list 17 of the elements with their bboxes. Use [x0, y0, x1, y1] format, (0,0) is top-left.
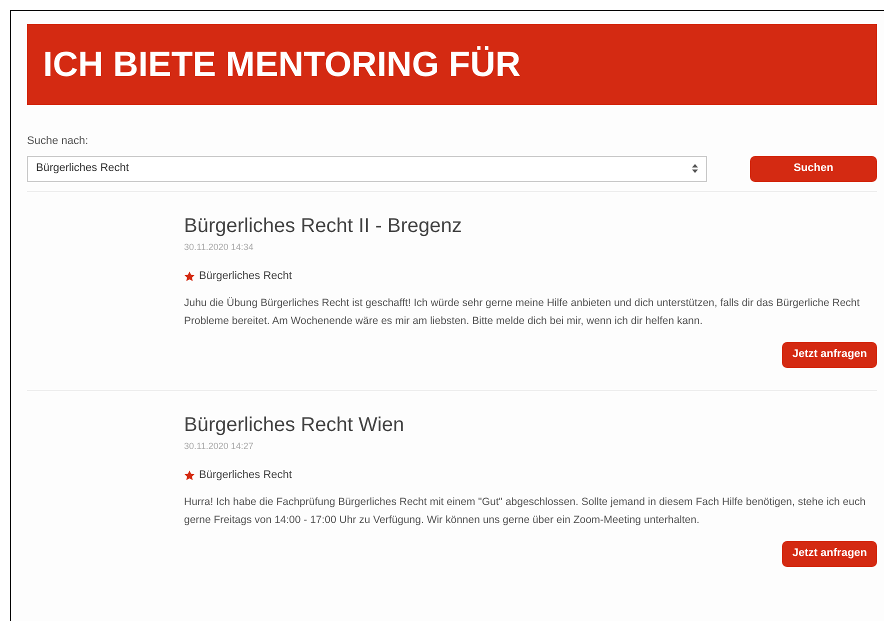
post-tag: Bürgerliches Recht [199, 268, 292, 284]
star-icon [184, 470, 195, 481]
post-date: 30.11.2020 14:27 [184, 440, 254, 452]
star-icon [184, 270, 195, 282]
search-select[interactable]: Bürgerliches Recht [27, 156, 707, 182]
request-button[interactable]: Jetzt anfragen [782, 342, 877, 368]
post-tag: Bürgerliches Recht [199, 467, 292, 484]
search-button[interactable]: Suchen [750, 156, 877, 182]
sort-arrows-icon [692, 164, 698, 173]
request-button[interactable]: Jetzt anfragen [782, 540, 877, 566]
post-title: Bürgerliches Recht Wien [184, 412, 406, 438]
post-description: Hurra! Ich habe die Fachprüfung Bürgerliches Recht mit einem "Gut" abgeschlossen. Sollte jemand in diesem Fach Hilfe benötigen, stehe ich euch gerne Freitags von 14:00 - 17:00 Uhr zu Verfügung. Wir können uns gerne über ein Zoom-Meeting unterhalten. [184, 494, 867, 528]
post-description: Juhu die Übung Bürgerliches Recht ist geschafft! Ich würde sehr gerne meine Hilfe anbieten und dich unterstützen, falls dir das Bürgerliche Recht Probleme bereitet. Am Wochenende wäre es mir am liebsten. Bitte melde dich bei mir, wenn ich dir helfen kann. [184, 296, 861, 328]
page-title: ICH BIETE MENTORING FÜR [43, 47, 521, 82]
search-label: Suche nach: [27, 134, 90, 149]
post-date: 30.11.2020 14:34 [184, 240, 254, 254]
post-title: Bürgerliches Recht II - Bregenz [184, 214, 463, 238]
